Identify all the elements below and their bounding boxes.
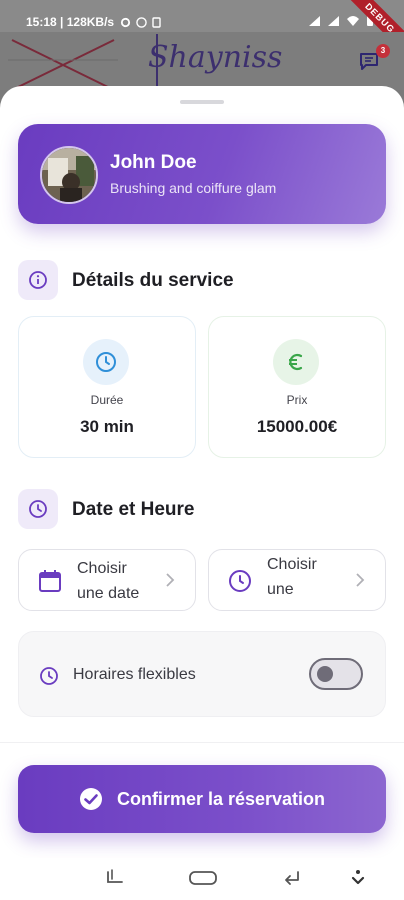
info-section-icon [18,260,58,300]
avatar-photo-icon [42,148,96,202]
status-system-icons [308,14,374,27]
time-picker-button[interactable]: Choisir une [208,549,386,611]
gear-status-icon [121,17,131,27]
clock-icon [40,667,58,685]
home-icon[interactable] [188,868,218,888]
provider-service: Brushing and coiffure glam [110,180,277,196]
duration-icon-box [83,339,129,385]
clock-icon [29,500,47,518]
chat-button[interactable]: 3 [358,44,390,76]
check-circle-icon [79,788,102,810]
flexible-hours-row: Horaires flexibles [18,631,386,717]
status-separator: | [56,15,67,29]
date-time-title: Date et Heure [72,499,195,520]
back-icon[interactable] [280,868,304,888]
provider-name: John Doe [110,152,197,173]
signal-icon [309,15,320,26]
euro-icon [289,353,303,371]
price-label: Prix [286,393,308,407]
chevron-right-icon [166,573,175,587]
confirm-reservation-button[interactable]: Confirmer la réservation [18,765,386,833]
divider [0,742,404,743]
wifi-icon [347,15,359,26]
confirm-reservation-label: Confirmer la réservation [116,788,326,809]
clock-icon [229,570,251,592]
avatar [40,146,98,204]
service-details-title: Détails du service [72,270,234,291]
logo-x-icon [8,39,118,91]
signal-2-icon [328,15,339,26]
flexible-hours-label: Horaires flexibles [73,666,196,683]
price-card: Prix 15000.00€ [208,316,386,458]
brand-logo: Shayniss [148,40,283,75]
time-picker-line1: Choisir [267,556,317,573]
date-picker-button[interactable]: Choisir une date [18,549,196,611]
status-notification-icons [120,16,161,28]
calendar-icon [39,570,61,592]
duration-label: Durée [90,393,124,407]
recent-apps-icon[interactable] [104,868,128,888]
app-bar: Shayniss 3 [0,32,404,91]
sheet-drag-handle[interactable] [180,100,224,104]
info-icon [29,271,47,289]
chevron-right-icon [356,573,365,587]
date-picker-line2: une date [77,585,140,602]
date-picker-line1: Choisir [77,560,127,577]
notification-badge: 3 [376,44,390,58]
booking-sheet: John Doe Brushing and coiffure glam Déta… [0,86,404,858]
keyboard-hide-icon[interactable] [346,868,370,888]
duration-card: Durée 30 min [18,316,196,458]
duration-value: 30 min [80,417,134,436]
price-value: 15000.00€ [256,417,338,436]
status-speed: 128KB/s [66,15,115,29]
price-icon-box [273,339,319,385]
provider-card: John Doe Brushing and coiffure glam [18,124,386,224]
whatsapp-icon [136,16,147,28]
clock-icon [96,352,116,372]
status-time: 15:18 [26,15,57,29]
time-picker-line2: une [267,581,294,598]
sim-icon [152,16,161,28]
clock-section-icon [18,489,58,529]
flexible-hours-toggle[interactable] [309,658,363,690]
toggle-knob [317,666,333,682]
system-nav-bar [0,858,404,900]
